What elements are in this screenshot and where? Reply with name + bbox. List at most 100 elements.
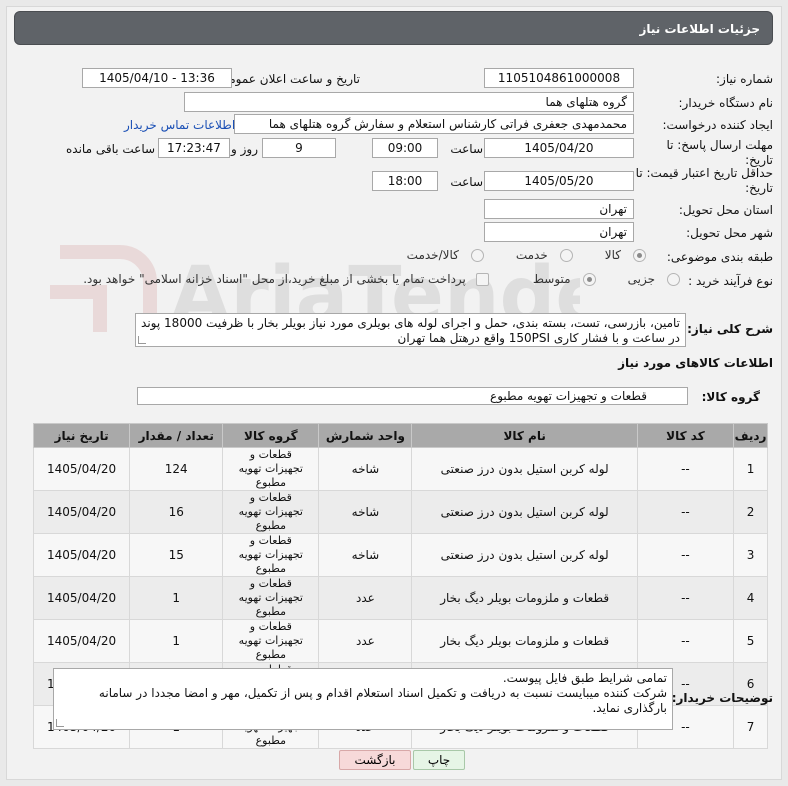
col-unit: واحد شمارش	[318, 423, 413, 448]
quantity-cell: 1	[129, 619, 224, 663]
item-group-cell: قطعات و تجهیزات تهویه مطبوع	[222, 447, 320, 491]
treasury-payment-checkbox[interactable]	[475, 272, 489, 286]
item-group-cell: قطعات و تجهیزات تهویه مطبوع	[222, 490, 320, 534]
row-number-cell: 1	[733, 447, 768, 491]
category-option-service: خدمت	[515, 248, 548, 262]
back-button[interactable]: بازگشت	[339, 750, 411, 770]
unit-cell: شاخه	[318, 447, 413, 491]
deadline-label: مهلت ارسال پاسخ: تا تاریخ:	[666, 138, 773, 167]
need-date-cell: 1405/04/20	[32, 576, 131, 620]
goods-group-label: گروه کالا:	[701, 390, 760, 404]
buyer-notes-line-1: تمامی شرایط طبق فایل پیوست.	[502, 671, 667, 685]
category-radio-group: کالا خدمت کالا/خدمت	[407, 248, 650, 262]
table-row: 3 -- لوله کربن استیل بدون درز صنعتی شاخه قطع…	[32, 533, 768, 577]
resize-handle[interactable]	[138, 336, 146, 344]
item-name-cell: قطعات و ملزومات بویلر دیگ بخار	[411, 619, 638, 663]
goods-section-title: اطلاعات کالاهای مورد نیاز	[618, 356, 773, 370]
item-name-cell: لوله کربن استیل بدون درز صنعتی	[411, 447, 638, 491]
row-number-cell: 3	[733, 533, 768, 577]
requester-label: ایجاد کننده درخواست:	[662, 118, 773, 132]
description-field: تامین، بازرسی، تست، بسته بندی، حمل و اجر…	[135, 313, 686, 347]
description-label: شرح کلی نیاز:	[687, 322, 773, 336]
col-item-code: کد کالا	[636, 423, 735, 448]
page-title: جزئیات اطلاعات نیاز	[639, 22, 760, 36]
buyer-notes-label: توضیحات خریدار:	[671, 691, 773, 705]
table-row: 2 -- لوله کربن استیل بدون درز صنعتی شاخه قطع…	[32, 490, 768, 534]
days-label: روز و	[231, 142, 258, 156]
deadline-time-field: 09:00	[372, 138, 438, 158]
deadline-date-field: 1405/04/20	[484, 138, 634, 158]
deadline-time-label: ساعت	[450, 142, 483, 156]
need-date-cell: 1405/04/20	[32, 619, 131, 663]
announce-datetime-field: 1405/04/10 - 13:36	[82, 68, 232, 88]
item-group-cell: قطعات و تجهیزات تهویه مطبوع	[222, 619, 320, 663]
days-remaining-field: 9	[262, 138, 336, 158]
resize-handle[interactable]	[56, 719, 64, 727]
goods-table-header: ردیف کد کالا نام کالا واحد شمارش گروه کا…	[32, 423, 768, 448]
need-number-field: 1105104861000008	[484, 68, 634, 88]
buyer-notes-line-2: شرکت کننده میبایست نسبت به دریافت و تکمی…	[98, 686, 667, 715]
category-label: طبقه بندی موضوعی:	[666, 250, 773, 264]
announce-label: تاریخ و ساعت اعلان عمومی:	[215, 72, 360, 86]
category-radio-service[interactable]	[559, 248, 573, 262]
buyer-org-label: نام دستگاه خریدار:	[678, 96, 774, 110]
unit-cell: عدد	[318, 576, 413, 620]
item-group-cell: قطعات و تجهیزات تهویه مطبوع	[222, 533, 320, 577]
category-option-goods-service: کالا/خدمت	[406, 248, 459, 262]
buyer-notes-field: تمامی شرایط طبق فایل پیوست. شرکت کننده م…	[53, 668, 673, 730]
quantity-cell: 124	[129, 447, 224, 491]
col-item-group: گروه کالا	[222, 423, 320, 448]
need-number-label: شماره نیاز:	[716, 72, 773, 86]
item-group-cell: قطعات و تجهیزات تهویه مطبوع	[222, 576, 320, 620]
goods-group-field: قطعات و تجهیزات تهویه مطبوع	[137, 387, 688, 405]
col-row-number: ردیف	[733, 423, 768, 448]
price-validity-time-label: ساعت	[450, 175, 483, 189]
requester-field: محمدمهدی جعفری فراتی کارشناس استعلام و س…	[234, 114, 634, 134]
province-field: تهران	[484, 199, 634, 219]
table-row: 4 -- قطعات و ملزومات بویلر دیگ بخار عدد قطعا…	[32, 576, 768, 620]
purchase-option-medium: متوسط	[532, 272, 571, 286]
row-number-cell: 4	[733, 576, 768, 620]
print-button[interactable]: چاپ	[413, 750, 465, 770]
price-validity-date-field: 1405/05/20	[484, 171, 634, 191]
col-item-name: نام کالا	[411, 423, 638, 448]
unit-cell: شاخه	[318, 533, 413, 577]
item-code-cell: --	[636, 533, 735, 577]
table-row: 1 -- لوله کربن استیل بدون درز صنعتی شاخه قطع…	[32, 447, 768, 491]
row-number-cell: 7	[733, 705, 768, 749]
category-radio-goods[interactable]	[633, 248, 646, 262]
purchase-type-label: نوع فرآیند خرید :	[688, 274, 773, 288]
purchase-option-minor: جزیی	[627, 272, 655, 286]
item-name-cell: لوله کربن استیل بدون درز صنعتی	[411, 490, 638, 534]
price-validity-label: حداقل تاریخ اعتبار قیمت: تا تاریخ:	[635, 166, 773, 195]
need-date-cell: 1405/04/20	[32, 533, 131, 577]
buyer-org-field: گروه هتلهای هما	[184, 92, 634, 112]
treasury-payment-note: پرداخت تمام یا بخشی از مبلغ خرید،از محل …	[83, 272, 466, 286]
purchase-radio-medium[interactable]	[582, 272, 596, 286]
buyer-contact-link[interactable]: اطلاعات تماس خریدار	[124, 118, 235, 132]
item-code-cell: --	[636, 490, 735, 534]
city-field: تهران	[484, 222, 634, 242]
quantity-cell: 1	[129, 576, 224, 620]
table-row: 5 -- قطعات و ملزومات بویلر دیگ بخار عدد قطعا…	[32, 619, 768, 663]
need-date-cell: 1405/04/20	[32, 447, 131, 491]
item-name-cell: لوله کربن استیل بدون درز صنعتی	[411, 533, 638, 577]
need-date-cell: 1405/04/20	[32, 490, 131, 534]
quantity-cell: 15	[129, 533, 224, 577]
remaining-time-field: 17:23:47	[158, 138, 230, 158]
unit-cell: شاخه	[318, 490, 413, 534]
purchase-type-radio-group: جزیی متوسط پرداخت تمام یا بخشی از مبلغ خ…	[83, 272, 684, 286]
quantity-cell: 16	[129, 490, 224, 534]
remaining-time-label: ساعت باقی مانده	[66, 142, 156, 156]
city-label: شهر محل تحویل:	[686, 226, 773, 240]
purchase-radio-minor[interactable]	[667, 272, 680, 286]
category-radio-goods-service[interactable]	[470, 248, 484, 262]
unit-cell: عدد	[318, 619, 413, 663]
price-validity-time-field: 18:00	[372, 171, 438, 191]
item-code-cell: --	[636, 576, 735, 620]
page-header: جزئیات اطلاعات نیاز	[14, 11, 773, 45]
col-quantity: تعداد / مقدار	[129, 423, 224, 448]
row-number-cell: 2	[733, 490, 768, 534]
description-text: تامین، بازرسی، تست، بسته بندی، حمل و اجر…	[141, 316, 680, 345]
row-number-cell: 5	[733, 619, 768, 663]
